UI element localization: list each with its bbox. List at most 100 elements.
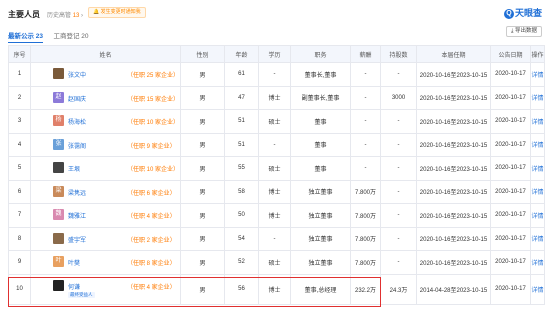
tenure-link[interactable]: （任职 6 家企业） <box>127 188 176 197</box>
shares: - <box>380 156 417 181</box>
table-row: 8 盛宇军 （任职 2 家企业）男 54- 独立董事 7.800万 -2020-10-16至… <box>8 226 545 251</box>
table-row: 6 梁梁隽远 （任职 6 家企业）男 58 博士 独立董事 7.800万 -2020-10-1… <box>8 179 545 204</box>
tenure-link[interactable]: （任职 2 家企业） <box>127 235 176 244</box>
term: 2020-10-16至2023-10-15 <box>416 109 491 134</box>
person-name-link[interactable]: 魏雅江 <box>68 211 86 220</box>
announce-date: 2020-10-17 <box>490 273 531 305</box>
tenure-link[interactable]: （任职 8 家企业） <box>127 258 176 267</box>
detail-link[interactable]: 详情 <box>530 62 545 87</box>
education: 博士 <box>258 203 291 228</box>
age: 61 <box>224 62 259 87</box>
tenure-link[interactable]: （任职 9 家企业） <box>127 141 176 150</box>
person-cell: 张文中 （任职 25 家企业） <box>30 62 181 87</box>
tenure-link[interactable]: （任职 25 家企业） <box>127 70 179 79</box>
position: 独立董事 <box>290 203 351 228</box>
history-executives-link[interactable]: 历史高管 13 › <box>47 10 83 19</box>
gender: 男 <box>180 179 225 204</box>
table-row: 1 张文中 （任职 25 家企业）男 61- 董事长,董事 - -2020-10-16至20… <box>8 62 545 87</box>
education: - <box>258 132 291 157</box>
tab-latest-disclosure[interactable]: 最新公示 23 <box>8 30 44 43</box>
shares: - <box>380 250 417 275</box>
avatar[interactable]: 杨 <box>53 115 64 126</box>
avatar[interactable]: 张 <box>53 138 64 150</box>
gender: 男 <box>180 156 225 181</box>
shares: - <box>380 226 417 251</box>
shares: 3000 <box>380 85 417 110</box>
pay: 7.800万 <box>350 226 381 251</box>
change-notify-button[interactable]: 🔔 发生变更时通知我 <box>88 7 146 18</box>
header-title: 职务 <box>290 45 351 63</box>
detail-link[interactable]: 详情 <box>530 156 545 181</box>
tabs: 最新公示 23 工商登记 20 <box>8 25 95 43</box>
row-index: 10 <box>8 273 31 305</box>
person-name-link[interactable]: 梁隽远 <box>68 188 86 197</box>
education: 硕士 <box>258 250 291 275</box>
pay: - <box>350 132 381 157</box>
person-name-link[interactable]: 张文中 <box>68 70 86 79</box>
row-index: 7 <box>8 203 31 228</box>
section-title: 主要人员 <box>8 10 40 19</box>
pay: - <box>350 156 381 181</box>
avatar[interactable]: 叶 <box>53 256 64 267</box>
person-cell: 梁梁隽远 （任职 6 家企业） <box>30 179 181 204</box>
detail-link[interactable]: 详情 <box>530 203 545 228</box>
pay: 232.2万 <box>350 273 381 305</box>
detail-link[interactable]: 详情 <box>530 85 545 110</box>
shares: - <box>380 132 417 157</box>
tenure-link[interactable]: （任职 4 家企业） <box>127 211 176 220</box>
avatar[interactable]: 魏 <box>53 209 64 220</box>
person-name-link[interactable]: 何谦 <box>68 282 80 291</box>
avatar[interactable]: 赵 <box>53 91 64 103</box>
announce-date: 2020-10-17 <box>490 203 531 228</box>
tab-business-registration[interactable]: 工商登记 20 <box>54 30 89 40</box>
gender: 男 <box>180 273 225 305</box>
avatar[interactable] <box>53 68 64 79</box>
export-button[interactable]: ⤓ 导出数据 <box>506 26 542 37</box>
table-row: 4 张张霭阁 （任职 9 家企业）男 51- 董事 - -2020-10-16至2023-1… <box>8 132 545 157</box>
person-name-link[interactable]: 叶樊 <box>68 258 80 267</box>
person-name-link[interactable]: 盛宇军 <box>68 235 86 244</box>
tenure-link[interactable]: （任职 10 家企业） <box>127 164 179 173</box>
person-cell: 叶叶樊 （任职 8 家企业） <box>30 250 181 275</box>
avatar[interactable] <box>53 279 64 291</box>
header-age: 年龄 <box>224 45 259 63</box>
detail-link[interactable]: 详情 <box>530 132 545 157</box>
term: 2020-10-16至2023-10-15 <box>416 250 491 275</box>
row-index: 9 <box>8 250 31 275</box>
table-row: 3 杨杨海松 （任职 10 家企业）男 51 硕士 董事 - -2020-10-16至2023… <box>8 109 545 134</box>
table-row: 9 叶叶樊 （任职 8 家企业） 男 52 硕士 独立董事 7.800万 -2020-10-16… <box>8 250 545 275</box>
avatar[interactable]: 梁 <box>53 185 64 197</box>
table-row: 10 何谦 最终受益人 （任职 4 家企业） 男 56 博士 董事,总经理 232.2万 24.3… <box>8 273 545 305</box>
education: 博士 <box>258 179 291 204</box>
row-index: 8 <box>8 226 31 251</box>
gender: 男 <box>180 203 225 228</box>
avatar[interactable] <box>53 162 64 173</box>
table-row: 5 王垠 （任职 10 家企业）男 55 硕士 董事 - -2020-10-16至2023-1… <box>8 156 545 181</box>
person-name-link[interactable]: 张霭阁 <box>68 141 86 150</box>
announce-date: 2020-10-17 <box>490 132 531 157</box>
term: 2020-10-16至2023-10-15 <box>416 62 491 87</box>
tenure-link[interactable]: （任职 4 家企业） <box>127 282 176 291</box>
header-announce-date: 公告日期 <box>490 45 531 63</box>
row-index: 1 <box>8 62 31 87</box>
detail-link[interactable]: 详情 <box>530 179 545 204</box>
detail-link[interactable]: 详情 <box>530 226 545 251</box>
age: 55 <box>224 156 259 181</box>
person-name-link[interactable]: 赵国庆 <box>68 94 86 103</box>
download-icon: ⤓ <box>511 28 514 34</box>
age: 52 <box>224 250 259 275</box>
header-education: 学历 <box>258 45 291 63</box>
position: 董事长,董事 <box>290 62 351 87</box>
detail-link[interactable]: 详情 <box>530 109 545 134</box>
gender: 男 <box>180 62 225 87</box>
avatar[interactable] <box>53 232 64 244</box>
tenure-link[interactable]: （任职 15 家企业） <box>127 94 179 103</box>
person-name-link[interactable]: 杨海松 <box>68 117 86 126</box>
announce-date: 2020-10-17 <box>490 179 531 204</box>
row-index: 2 <box>8 85 31 110</box>
detail-link[interactable]: 详情 <box>530 273 545 305</box>
tenure-link[interactable]: （任职 10 家企业） <box>127 117 179 126</box>
person-name-link[interactable]: 王垠 <box>68 164 80 173</box>
detail-link[interactable]: 详情 <box>530 250 545 275</box>
position: 董事 <box>290 132 351 157</box>
